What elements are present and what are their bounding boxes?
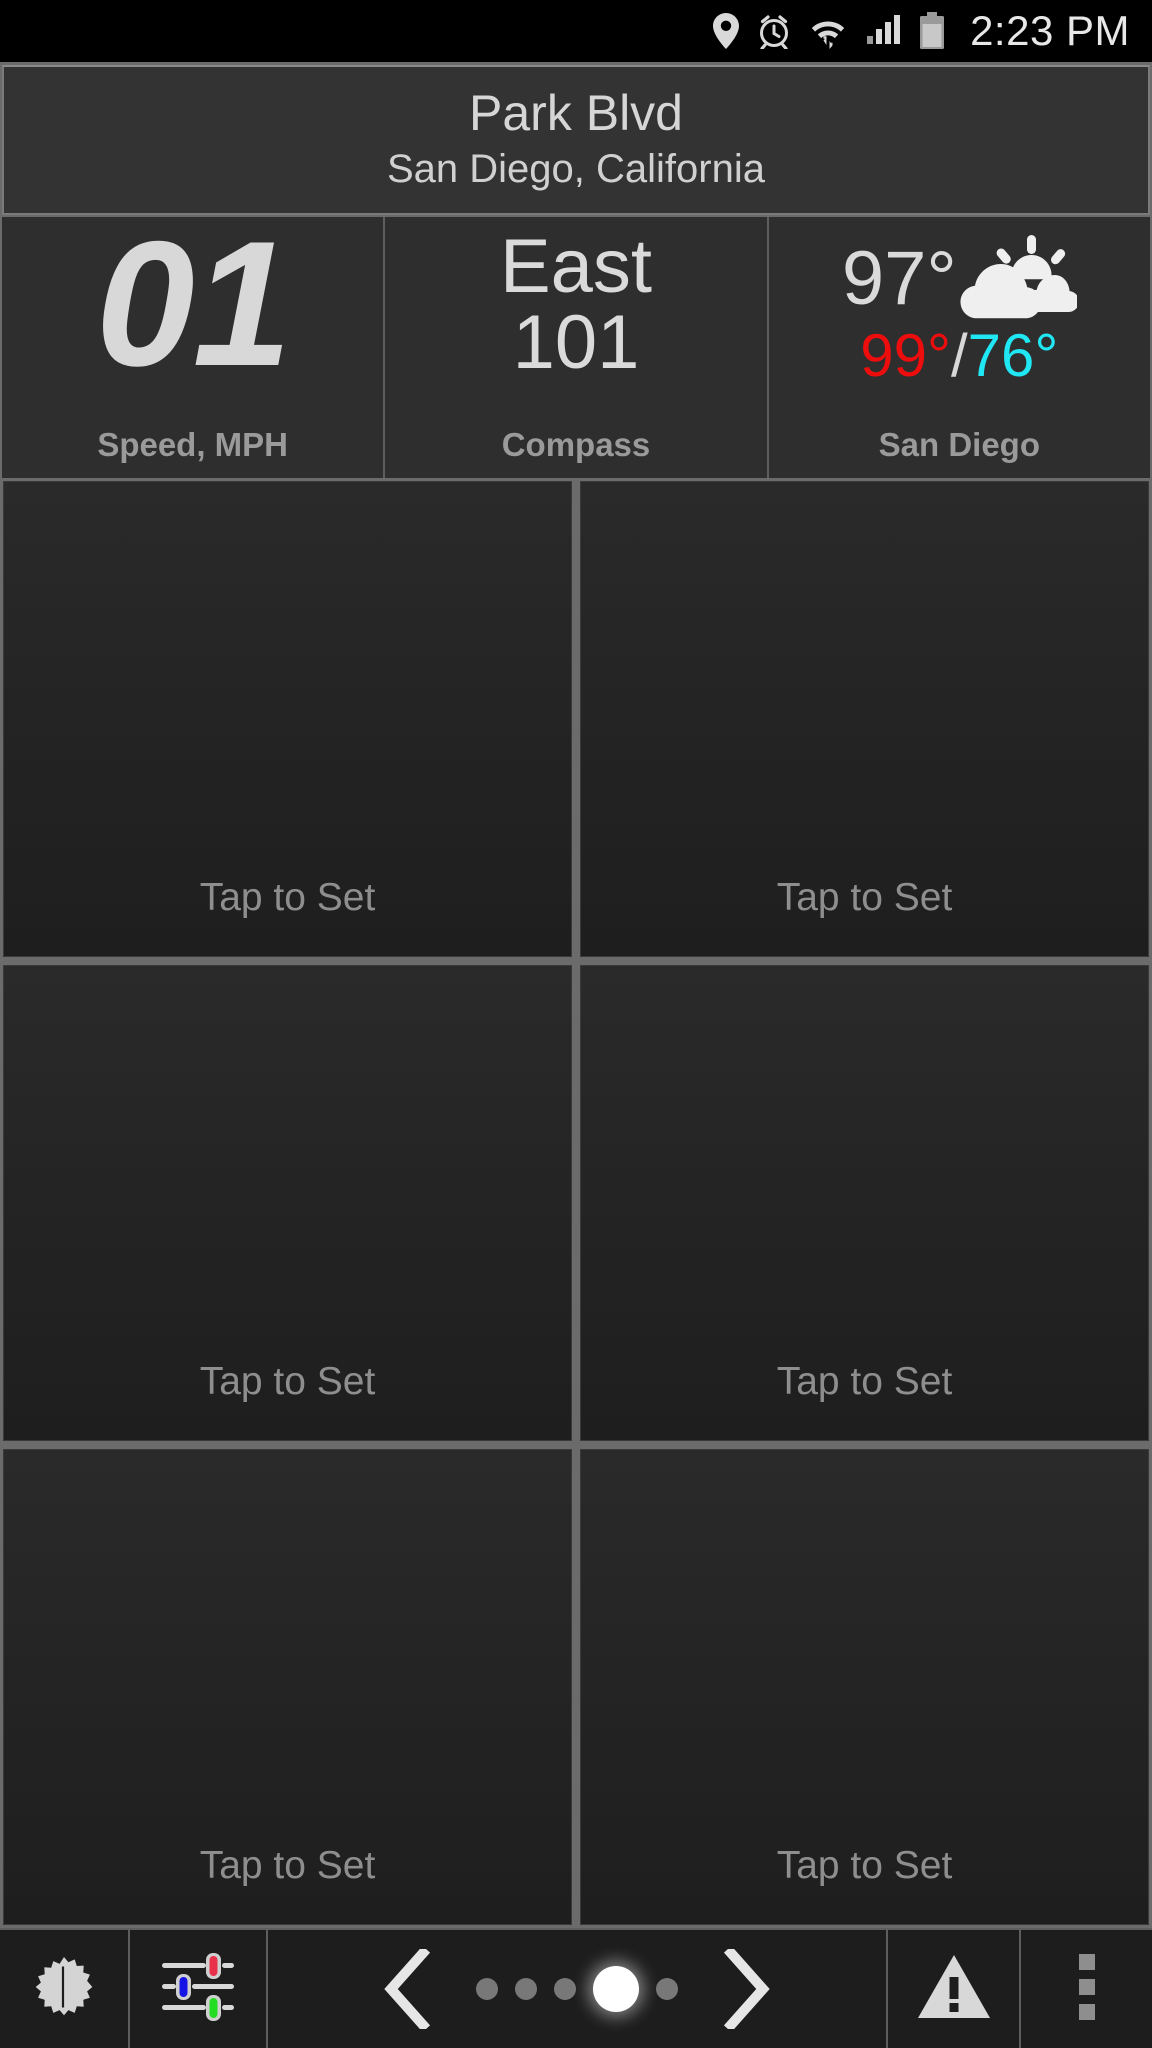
speed-label: Speed, MPH	[97, 426, 289, 463]
chevron-right-icon[interactable]	[704, 1949, 790, 2029]
partly-cloudy-icon	[959, 233, 1079, 324]
tile-slot-6[interactable]: Tap to Set	[580, 1449, 1149, 1925]
weather-high: 99°	[860, 322, 951, 389]
tile-label: Tap to Set	[199, 1844, 376, 1887]
gauge-weather[interactable]: 97° 99°/76° San Diego	[768, 217, 1150, 478]
page-title: Park Blvd	[469, 84, 683, 141]
gauge-compass[interactable]: East 101 Compass	[385, 217, 767, 478]
weather-temperature: 97°	[841, 235, 957, 321]
tile-label: Tap to Set	[199, 876, 376, 919]
overflow-menu-icon	[1077, 1952, 1097, 2027]
tile-grid: Tap to Set Tap to Set Tap to Set Tap to …	[0, 478, 1152, 1925]
page-dot[interactable]	[554, 1978, 576, 2000]
weather-low: 76°	[967, 322, 1059, 389]
warning-button[interactable]	[888, 1930, 1019, 2048]
brightness-button[interactable]	[0, 1930, 128, 2048]
warning-triangle-icon	[916, 1953, 992, 2026]
gauge-speed[interactable]: 01 Speed, MPH	[2, 217, 384, 478]
weather-high-low: 99°/76°	[860, 326, 1058, 386]
color-sliders-icon	[160, 1952, 236, 2027]
page-dot[interactable]	[656, 1978, 678, 2000]
page-dots	[476, 1966, 678, 2012]
brightness-icon	[32, 1955, 96, 2024]
tile-label: Tap to Set	[199, 1360, 376, 1403]
tile-label: Tap to Set	[776, 1844, 953, 1887]
color-sliders-button[interactable]	[130, 1930, 266, 2048]
tile-slot-1[interactable]: Tap to Set	[3, 481, 572, 957]
location-pin-icon	[713, 13, 740, 49]
page-subtitle: San Diego, California	[387, 147, 765, 192]
page-dot[interactable]	[515, 1978, 537, 2000]
wifi-icon	[809, 13, 847, 49]
overflow-menu-button[interactable]	[1021, 1930, 1152, 2048]
compass-degrees: 101	[512, 300, 640, 385]
speed-value: 01	[95, 217, 292, 403]
page-dot-active[interactable]	[593, 1966, 639, 2012]
weather-label: San Diego	[878, 426, 1040, 463]
status-bar: 2:23 PM	[0, 0, 1152, 62]
tile-slot-3[interactable]: Tap to Set	[3, 965, 572, 1441]
tile-label: Tap to Set	[776, 1360, 953, 1403]
car-dashboard-app: 2:23 PM Park Blvd San Diego, California …	[0, 0, 1152, 2048]
battery-icon	[919, 12, 945, 50]
weather-separator: /	[950, 322, 968, 389]
tile-label: Tap to Set	[776, 876, 953, 919]
weather-current-row: 97°	[841, 233, 1079, 324]
compass-label: Compass	[501, 426, 651, 463]
compass-direction: East	[499, 224, 653, 309]
tile-slot-4[interactable]: Tap to Set	[580, 965, 1149, 1441]
alarm-clock-icon	[756, 13, 792, 49]
bottom-toolbar	[0, 1928, 1152, 2048]
chevron-left-icon[interactable]	[364, 1949, 450, 2029]
tile-slot-2[interactable]: Tap to Set	[580, 481, 1149, 957]
page-navigator	[268, 1930, 886, 2048]
cell-signal-icon	[864, 14, 902, 48]
page-dot[interactable]	[476, 1978, 498, 2000]
gauge-row: 01 Speed, MPH East 101 Compass 97° 99°/7…	[2, 217, 1150, 478]
location-header[interactable]: Park Blvd San Diego, California	[2, 65, 1150, 215]
tile-slot-5[interactable]: Tap to Set	[3, 1449, 572, 1925]
status-bar-clock: 2:23 PM	[970, 7, 1130, 54]
